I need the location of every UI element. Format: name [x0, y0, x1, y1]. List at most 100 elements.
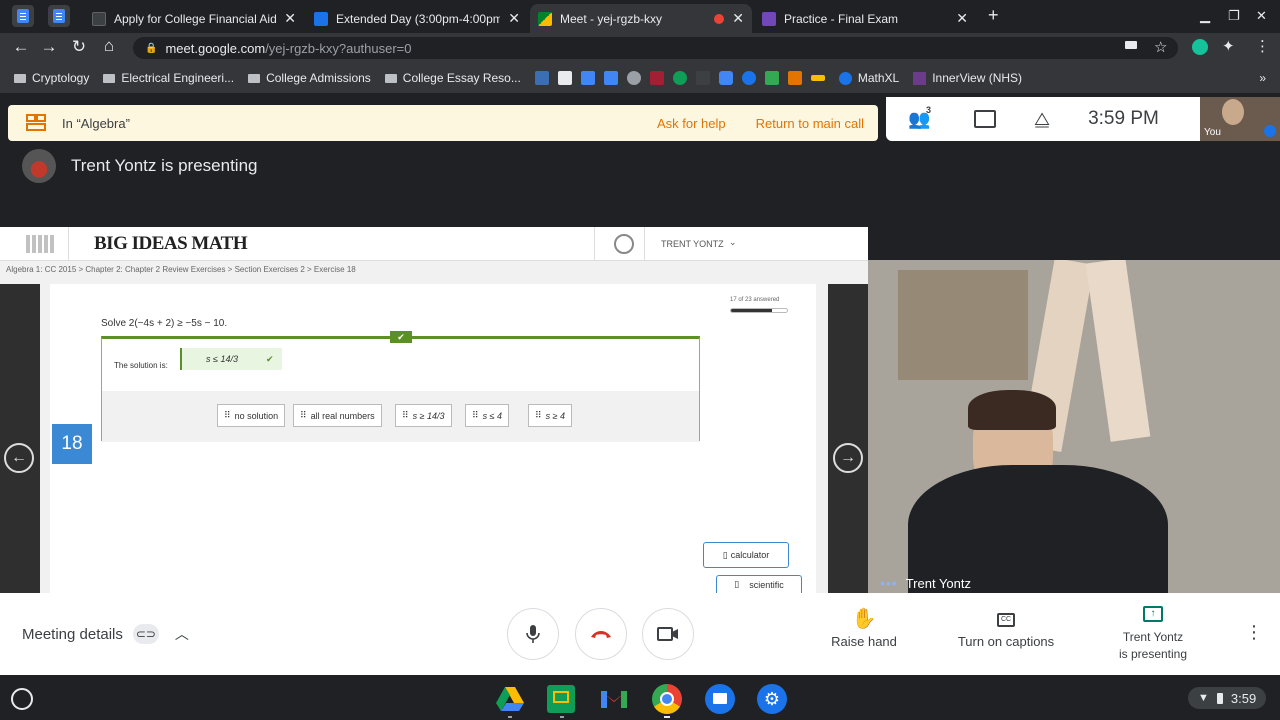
docs-icon[interactable] — [603, 71, 618, 85]
tab-title: Meet - yej-rgzb-kxy — [560, 11, 663, 26]
presenting-button[interactable]: ↑ Trent Yontz is presenting — [1098, 606, 1208, 661]
bookmark-icon[interactable] — [580, 71, 595, 85]
chat-icon[interactable] — [974, 110, 996, 128]
captions-button[interactable]: CC Turn on captions — [948, 606, 1064, 649]
classroom-app-icon[interactable] — [547, 685, 575, 713]
home-icon[interactable]: ⌂ — [98, 36, 120, 56]
choice-s-geq-14-3: ⠿ s ≥ 14/3 — [395, 404, 452, 427]
apps-grid-icon — [26, 235, 56, 253]
bookmark-college-essay[interactable]: College Essay Reso... — [384, 71, 521, 85]
captions-icon: CC — [997, 613, 1015, 627]
drag-handle-icon: ⠿ — [300, 410, 307, 420]
pinned-tab-docs[interactable] — [12, 5, 34, 27]
chevron-up-icon[interactable]: ︿ — [175, 624, 189, 644]
bookmark-label: Electrical Engineeri... — [121, 71, 235, 85]
running-indicator — [508, 716, 512, 718]
forward-icon[interactable]: → — [38, 37, 60, 57]
star-icon[interactable]: ☆ — [1154, 38, 1167, 56]
bookmark-cryptology[interactable]: Cryptology — [14, 71, 89, 85]
running-indicator — [560, 716, 564, 718]
url-path: /yej-rgzb-kxy?authuser=0 — [265, 40, 412, 56]
minimize-icon[interactable]: ▁ — [1200, 8, 1210, 24]
extensions-icon[interactable]: ✦ — [1222, 37, 1235, 55]
bookmark-mathxl[interactable]: MathXL — [838, 71, 899, 85]
address-bar[interactable]: 🔒 meet.google.com/yej-rgzb-kxy?authuser=… — [133, 37, 1178, 59]
tab-practice-final[interactable]: Practice - Final Exam ✕ — [754, 4, 976, 33]
more-options-icon[interactable]: ⋮ — [1245, 622, 1263, 643]
drive-icon[interactable] — [495, 684, 525, 714]
choice-s-leq-4: ⠿ s ≤ 4 — [465, 404, 510, 427]
classroom-icon — [314, 11, 328, 26]
answer-field: s ≤ 14/3 ✔ — [180, 348, 282, 370]
more-bookmarks-icon[interactable]: » — [1259, 71, 1266, 85]
close-window-icon[interactable]: ✕ — [1256, 8, 1267, 24]
bookmark-college-admissions[interactable]: College Admissions — [248, 71, 371, 85]
participant-video — [868, 260, 1280, 593]
microphone-button[interactable] — [507, 608, 559, 660]
close-icon[interactable]: ✕ — [284, 10, 296, 27]
folder-icon — [248, 73, 261, 83]
present-screen-icon: ↑ — [1143, 606, 1163, 622]
bookmark-icon[interactable] — [626, 71, 641, 85]
scientific-label: scientific — [749, 579, 784, 590]
bookmark-icon[interactable] — [672, 71, 687, 85]
leave-call-button[interactable] — [575, 608, 627, 660]
meeting-controls — [0, 593, 1280, 675]
tab-extended-day[interactable]: Extended Day (3:00pm-4:00pm) ✕ — [306, 4, 528, 33]
camera-icon — [657, 627, 678, 641]
bookmark-icon[interactable] — [649, 71, 664, 85]
bookmark-icon[interactable] — [534, 71, 549, 85]
wall-painting — [898, 270, 1028, 380]
chrome-icon[interactable] — [652, 684, 682, 714]
files-icon[interactable] — [705, 684, 735, 714]
divider — [594, 227, 595, 261]
camera-indicator-icon[interactable] — [1125, 41, 1137, 49]
people-count: 3 — [926, 104, 932, 115]
drag-handle-icon: ⠿ — [402, 410, 409, 420]
close-icon[interactable]: ✕ — [732, 10, 744, 27]
captions-label: Turn on captions — [957, 634, 1055, 649]
recording-icon — [714, 13, 725, 24]
next-exercise-icon: → — [833, 443, 863, 473]
tab-meet[interactable]: Meet - yej-rgzb-kxy ✕ — [530, 4, 752, 33]
breakout-room-name: In “Algebra” — [62, 115, 130, 131]
menu-icon[interactable]: ⋮ — [1255, 37, 1270, 55]
answer-value: s ≤ 14/3 — [206, 354, 238, 364]
close-icon[interactable]: ✕ — [956, 10, 968, 27]
return-to-main-call-button[interactable]: Return to main call — [756, 116, 864, 131]
back-icon[interactable]: ← — [10, 37, 32, 57]
presenting-label-1: Trent Yontz — [1122, 630, 1184, 644]
meet-icon — [538, 11, 552, 26]
reload-icon[interactable]: ↻ — [68, 37, 90, 57]
status-tray[interactable]: ▼ 3:59 — [1188, 687, 1267, 709]
raise-hand-button[interactable]: ✋ Raise hand — [818, 606, 910, 649]
choice-label: s ≤ 4 — [482, 410, 503, 421]
bookmark-icon[interactable] — [764, 71, 779, 85]
bookmark-label: InnerView (NHS) — [932, 71, 1023, 85]
presenter-avatar — [22, 149, 56, 183]
bookmark-icon[interactable] — [787, 71, 802, 85]
new-tab-button[interactable]: + — [988, 5, 999, 26]
scientific-button: ▯ scientific — [716, 575, 802, 593]
activities-icon[interactable]: ⧋ — [1034, 109, 1050, 130]
bookmark-icon[interactable] — [741, 71, 756, 85]
ask-for-help-button[interactable]: Ask for help — [657, 116, 726, 131]
restore-icon[interactable]: ❐ — [1228, 8, 1240, 24]
bookmark-icon[interactable] — [718, 71, 733, 85]
tab-financial-aid[interactable]: Apply for College Financial Aid - ✕ — [84, 4, 304, 33]
pinned-tab-docs-2[interactable] — [48, 5, 70, 27]
launcher-icon[interactable] — [11, 688, 33, 710]
close-icon[interactable]: ✕ — [508, 10, 520, 27]
self-view-tile[interactable]: You — [1200, 97, 1280, 141]
bookmark-icon[interactable] — [557, 71, 572, 85]
people-button[interactable]: 👥 3 — [908, 105, 936, 130]
bookmark-icon[interactable] — [695, 71, 710, 85]
meeting-details-button[interactable]: Meeting details ⊂⊃ ︿ — [22, 624, 189, 644]
grammarly-icon[interactable] — [1192, 39, 1208, 55]
bookmark-innerview[interactable]: InnerView (NHS) — [913, 71, 1022, 85]
settings-icon[interactable]: ⚙ — [757, 684, 787, 714]
camera-button[interactable] — [642, 608, 694, 660]
gmail-icon[interactable] — [599, 684, 629, 714]
bookmark-electrical[interactable]: Electrical Engineeri... — [103, 71, 234, 85]
bookmark-icon[interactable] — [810, 75, 825, 81]
